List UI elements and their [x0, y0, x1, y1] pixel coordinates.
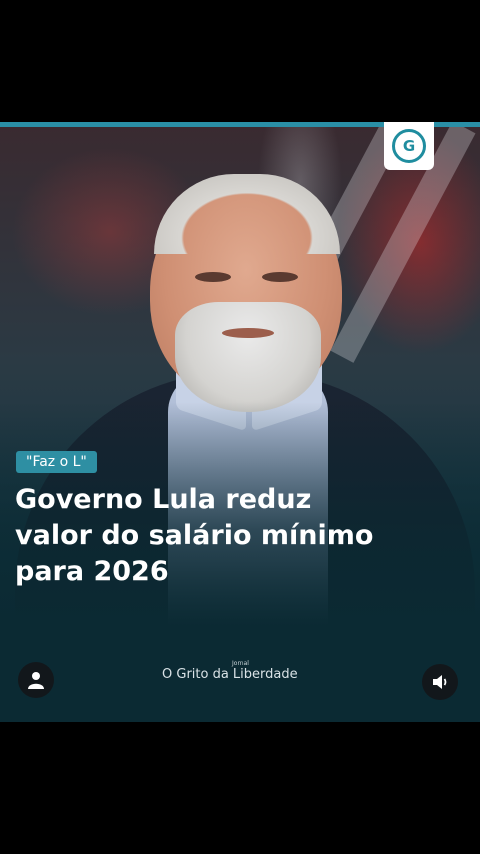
- sound-toggle-button[interactable]: [422, 664, 458, 700]
- screen: G "Faz o L" Governo Lula reduz valor do …: [0, 0, 480, 854]
- eye-right: [262, 272, 298, 282]
- logo-badge: G: [384, 122, 434, 170]
- speaker-icon: [433, 675, 447, 689]
- user-icon: [28, 672, 44, 689]
- eye-left: [195, 272, 231, 282]
- brand-small-text: Jornal: [232, 660, 249, 667]
- headline: Governo Lula reduz valor do salário míni…: [15, 482, 455, 590]
- headline-line: Governo Lula reduz: [15, 484, 312, 515]
- post-image[interactable]: G "Faz o L" Governo Lula reduz valor do …: [0, 122, 480, 722]
- profile-button[interactable]: [18, 662, 54, 698]
- headline-line: valor do salário mínimo: [15, 520, 374, 551]
- category-tag: "Faz o L": [16, 451, 97, 473]
- mouth: [222, 328, 274, 338]
- hair: [154, 174, 340, 254]
- beard: [175, 302, 321, 412]
- logo-icon: G: [392, 129, 426, 163]
- headline-line: para 2026: [15, 556, 169, 587]
- brand-main-text: O Grito da Liberdade: [162, 667, 298, 682]
- logo-letter: G: [402, 137, 416, 155]
